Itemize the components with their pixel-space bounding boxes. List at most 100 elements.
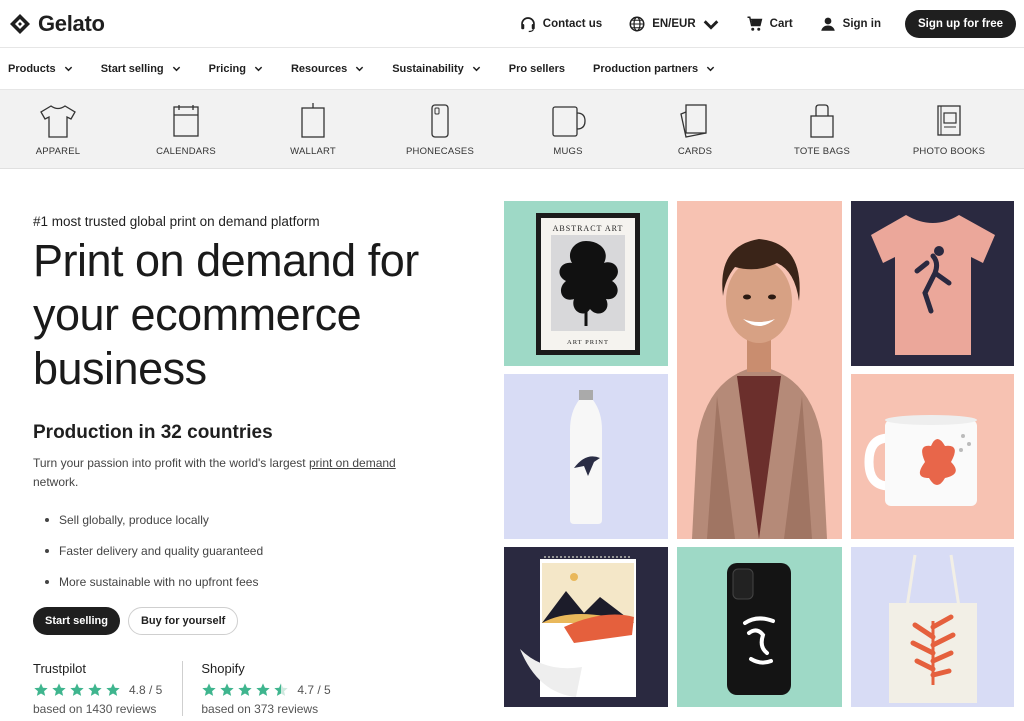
cart-icon bbox=[747, 16, 762, 31]
hero-buttons: Start selling Buy for yourself bbox=[33, 607, 483, 635]
hero-eyebrow: #1 most trusted global print on demand p… bbox=[33, 214, 320, 229]
review-source: Shopify bbox=[201, 661, 245, 676]
category-label: MUGS bbox=[553, 146, 583, 157]
chevron-down-icon bbox=[254, 66, 263, 72]
mug-icon bbox=[552, 106, 586, 137]
nav-sustainability[interactable]: Sustainability bbox=[392, 63, 481, 75]
brand-name: Gelato bbox=[38, 10, 105, 36]
category-label: PHOTO BOOKS bbox=[912, 146, 986, 157]
category-cards[interactable]: CARDS bbox=[655, 90, 735, 169]
buy-for-yourself-button[interactable]: Buy for yourself bbox=[127, 607, 239, 635]
category-calendars[interactable]: CALENDARS bbox=[146, 90, 226, 169]
model-photo bbox=[677, 201, 842, 539]
mug-product-image bbox=[851, 374, 1014, 539]
start-selling-button[interactable]: Start selling bbox=[33, 607, 120, 635]
star-rating bbox=[201, 682, 289, 698]
review-shopify[interactable]: Shopify 4.7 / 5 based on 373 reviews bbox=[182, 661, 350, 716]
category-photo-books[interactable]: PHOTO BOOKS bbox=[909, 90, 989, 169]
category-label: WALLART bbox=[290, 146, 336, 157]
list-item: Sell globally, produce locally bbox=[45, 504, 483, 535]
star-icon bbox=[256, 683, 271, 696]
nav-production-partners[interactable]: Production partners bbox=[593, 63, 715, 75]
calendar-product-image bbox=[504, 547, 668, 707]
benefits-list: Sell globally, produce locally Faster de… bbox=[45, 504, 483, 597]
headset-icon bbox=[520, 16, 535, 32]
contact-label: Contact us bbox=[542, 17, 603, 30]
reviews: Trustpilot 4.8 / 5 based on 1430 reviews… bbox=[33, 661, 483, 716]
nav-label: Sustainability bbox=[392, 62, 464, 75]
star-icon bbox=[70, 683, 84, 696]
star-icon bbox=[220, 683, 235, 696]
star-icon bbox=[274, 683, 289, 696]
chevron-down-icon bbox=[356, 66, 364, 72]
category-label: PHONECASES bbox=[406, 146, 474, 157]
signin-label: Sign in bbox=[842, 17, 882, 30]
main-nav: Products Start selling Pricing Resources… bbox=[0, 48, 1024, 90]
nav-pricing[interactable]: Pricing bbox=[209, 63, 263, 75]
nav-label: Production partners bbox=[593, 62, 699, 75]
phone-case-image bbox=[677, 547, 842, 707]
category-tote-bags[interactable]: TOTE BAGS bbox=[782, 90, 862, 169]
print-on-demand-link[interactable]: print on demand bbox=[309, 456, 396, 470]
tshirt-icon bbox=[40, 105, 76, 138]
logo[interactable]: Gelato bbox=[8, 11, 105, 37]
review-trustpilot[interactable]: Trustpilot 4.8 / 5 based on 1430 reviews bbox=[33, 661, 182, 716]
art-print-image: ABSTRACT ART ART PRINT bbox=[504, 201, 668, 366]
category-wallart[interactable]: WALLART bbox=[273, 90, 353, 169]
contact-link[interactable]: Contact us bbox=[519, 15, 602, 33]
nav-label: Pro sellers bbox=[508, 62, 566, 75]
locale-selector[interactable]: EN/EUR bbox=[628, 15, 719, 33]
star-icon bbox=[88, 683, 102, 696]
desc-text: Turn your passion into profit with the w… bbox=[33, 456, 309, 470]
nav-label: Pricing bbox=[208, 62, 246, 75]
star-icon bbox=[202, 683, 217, 696]
review-score: 4.8 / 5 bbox=[129, 683, 163, 697]
top-actions: Contact us EN/EUR Cart Sign in Sign up f… bbox=[519, 9, 1016, 38]
chevron-down-icon bbox=[703, 19, 718, 30]
nav-label: Products bbox=[8, 62, 56, 75]
signin-link[interactable]: Sign in bbox=[819, 15, 881, 33]
tote-bag-icon bbox=[810, 104, 834, 138]
card-icon bbox=[680, 104, 707, 138]
water-bottle-image bbox=[504, 374, 668, 539]
top-bar: Gelato Contact us EN/EUR Cart Sign in Si… bbox=[0, 0, 1024, 48]
nav-start-selling[interactable]: Start selling bbox=[101, 63, 181, 75]
star-icon bbox=[106, 683, 120, 696]
nav-resources[interactable]: Resources bbox=[291, 63, 364, 75]
review-count: based on 373 reviews bbox=[201, 702, 319, 716]
list-item: Faster delivery and quality guaranteed bbox=[45, 535, 483, 566]
cart-label: Cart bbox=[769, 17, 793, 30]
photo-book-icon bbox=[937, 105, 961, 136]
phonecase-icon bbox=[431, 104, 449, 138]
category-label: APPAREL bbox=[35, 146, 81, 157]
desc-text-end: network. bbox=[33, 475, 79, 489]
category-apparel[interactable]: APPAREL bbox=[18, 90, 98, 169]
category-phonecases[interactable]: PHONECASES bbox=[400, 90, 480, 169]
star-icon bbox=[34, 683, 48, 696]
star-rating bbox=[33, 682, 121, 698]
chevron-down-icon bbox=[706, 66, 715, 72]
hero-headline: Print on demand for your ecommerce busin… bbox=[33, 235, 419, 394]
gelato-logo-icon bbox=[10, 13, 30, 34]
nav-products[interactable]: Products bbox=[8, 63, 73, 75]
nav-label: Start selling bbox=[100, 62, 164, 75]
category-mugs[interactable]: MUGS bbox=[528, 90, 608, 169]
cart-link[interactable]: Cart bbox=[746, 15, 793, 33]
chevron-down-icon bbox=[64, 66, 72, 72]
calendar-icon bbox=[173, 105, 199, 137]
locale-label: EN/EUR bbox=[652, 17, 696, 30]
star-icon bbox=[238, 683, 253, 696]
poster-title: ABSTRACT ART bbox=[553, 224, 624, 233]
hero-description: Turn your passion into profit with the w… bbox=[33, 454, 433, 492]
tshirt-product-image bbox=[851, 201, 1014, 366]
category-label: CARDS bbox=[677, 146, 713, 157]
signup-button[interactable]: Sign up for free bbox=[905, 9, 1016, 38]
hero: #1 most trusted global print on demand p… bbox=[33, 214, 483, 716]
globe-icon bbox=[629, 16, 645, 31]
poster-caption: ART PRINT bbox=[567, 339, 609, 346]
category-strip: APPAREL CALENDARS WALLART PHONECASES MUG… bbox=[0, 90, 1024, 169]
user-icon bbox=[820, 17, 835, 31]
chevron-down-icon bbox=[472, 66, 480, 72]
tote-bag-image bbox=[851, 547, 1014, 707]
nav-pro-sellers[interactable]: Pro sellers bbox=[509, 63, 565, 75]
